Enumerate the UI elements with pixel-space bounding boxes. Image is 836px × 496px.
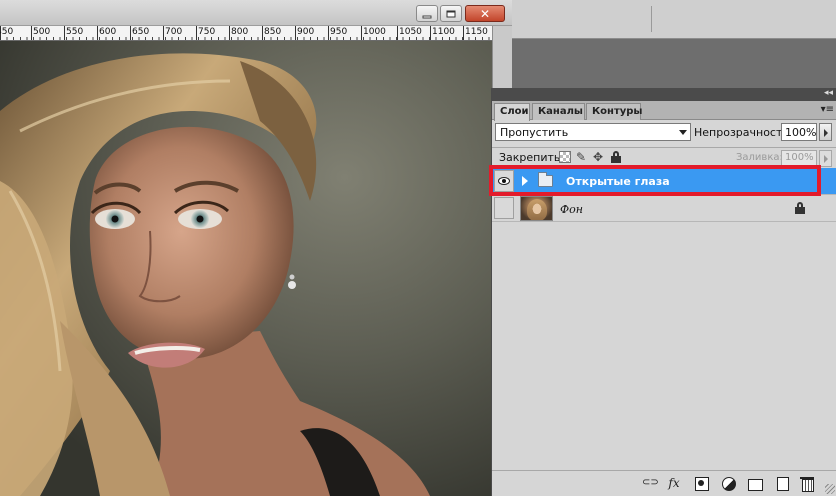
ruler-major-tick [130, 26, 131, 40]
ruler-label: 800 [231, 27, 249, 37]
options-divider [651, 6, 652, 32]
ruler-label: 700 [165, 27, 183, 37]
layer-name[interactable]: Фон [560, 203, 583, 216]
resize-grip-icon[interactable] [825, 484, 835, 494]
link-layers-icon[interactable]: ⊂⊃ [642, 475, 659, 491]
ruler-label: 1050 [399, 27, 422, 37]
layer-style-icon[interactable]: fx [666, 475, 682, 491]
layer-thumbnail [520, 196, 553, 221]
ruler-major-tick [463, 26, 464, 40]
fill-field[interactable]: 100% [781, 150, 817, 167]
ruler-major-tick [397, 26, 398, 40]
fill-label: Заливка: [736, 152, 783, 163]
collapse-panel-icon[interactable]: ◂◂ [824, 88, 833, 98]
tab-paths[interactable]: Контуры [586, 103, 642, 120]
options-bar [512, 0, 836, 39]
visibility-toggle[interactable] [494, 197, 514, 219]
ruler-major-tick [31, 26, 32, 40]
ruler-major-tick [262, 26, 263, 40]
image-canvas[interactable] [0, 41, 492, 496]
horizontal-ruler: 450 500 550 600 650 700 750 800 850 900 … [0, 26, 492, 41]
expand-group-icon[interactable] [522, 176, 528, 186]
blend-mode-value: Пропустить [500, 126, 569, 139]
lock-icon [795, 202, 805, 214]
ruler-label: 650 [132, 27, 150, 37]
minimize-button[interactable] [416, 5, 438, 22]
folder-icon [538, 172, 553, 187]
ruler-label: 850 [264, 27, 282, 37]
panel-header-strip: ◂◂ [492, 88, 836, 101]
ruler-major-tick [229, 26, 230, 40]
ruler-label: 950 [330, 27, 348, 37]
panel-footer: ⊂⊃ fx [492, 470, 836, 496]
layer-row-group[interactable]: Открытые глаза [492, 168, 836, 195]
ruler-label: 500 [33, 27, 51, 37]
layer-row-background[interactable]: Фон [492, 195, 836, 222]
close-icon: ✕ [479, 6, 491, 21]
tab-channels[interactable]: Каналы [532, 103, 585, 120]
fill-slider-button[interactable] [819, 150, 832, 167]
ruler-label: 1100 [432, 27, 455, 37]
ruler-major-tick [97, 26, 98, 40]
blend-row: Пропустить Непрозрачность: 100% [492, 121, 836, 148]
ruler-label: 1000 [363, 27, 386, 37]
new-group-icon[interactable] [747, 475, 763, 491]
panel-tabs: Слои Каналы Контуры ▾≡ [492, 101, 836, 121]
blend-mode-select[interactable]: Пропустить [495, 123, 691, 141]
lock-position-icon[interactable]: ✥ [593, 151, 605, 163]
eye-icon [498, 177, 510, 185]
trash-icon[interactable] [799, 475, 815, 492]
lock-row: Закрепить: ✎ ✥ Заливка: 100% [492, 148, 836, 168]
tab-layers[interactable]: Слои [494, 103, 530, 121]
layers-list: Открытые глаза Фон [492, 168, 836, 468]
document-titlebar: ✕ [0, 0, 512, 26]
ruler-major-tick [196, 26, 197, 40]
lock-label: Закрепить: [499, 151, 565, 164]
lock-transparency-icon[interactable] [559, 151, 571, 163]
opacity-slider-button[interactable] [819, 123, 832, 141]
layers-panel: ◂◂ Слои Каналы Контуры ▾≡ Пропустить Неп… [491, 88, 836, 496]
close-button[interactable]: ✕ [465, 5, 505, 22]
chevron-down-icon [679, 130, 687, 135]
lock-all-icon[interactable] [610, 151, 622, 163]
ruler-label: 450 [0, 27, 14, 37]
lock-pixels-icon[interactable]: ✎ [576, 151, 588, 163]
maximize-button[interactable] [440, 5, 462, 22]
opacity-label: Непрозрачность: [694, 126, 793, 139]
ruler-label: 550 [66, 27, 84, 37]
ruler-major-tick [64, 26, 65, 40]
ruler-major-tick [295, 26, 296, 40]
maximize-icon [446, 10, 456, 17]
ruler-label: 900 [297, 27, 315, 37]
ruler-label: 1150 [465, 27, 488, 37]
visibility-toggle[interactable] [494, 170, 514, 192]
layer-name[interactable]: Открытые глаза [566, 175, 670, 188]
panel-menu-icon[interactable]: ▾≡ [821, 104, 834, 115]
ruler-label: 750 [198, 27, 216, 37]
adjustment-layer-icon[interactable] [720, 475, 736, 491]
ruler-label: 600 [99, 27, 117, 37]
ruler-major-tick [361, 26, 362, 40]
portrait-photo [0, 41, 492, 496]
opacity-field[interactable]: 100% [781, 123, 817, 141]
new-layer-icon[interactable] [774, 475, 790, 491]
workspace-background [512, 39, 836, 88]
ruler-major-tick [328, 26, 329, 40]
document-window: ✕ 450 500 550 600 650 700 750 800 850 90… [0, 0, 512, 496]
ruler-major-tick [163, 26, 164, 40]
ruler-major-tick [430, 26, 431, 40]
add-mask-icon[interactable] [693, 475, 709, 491]
minimize-icon [422, 15, 432, 18]
